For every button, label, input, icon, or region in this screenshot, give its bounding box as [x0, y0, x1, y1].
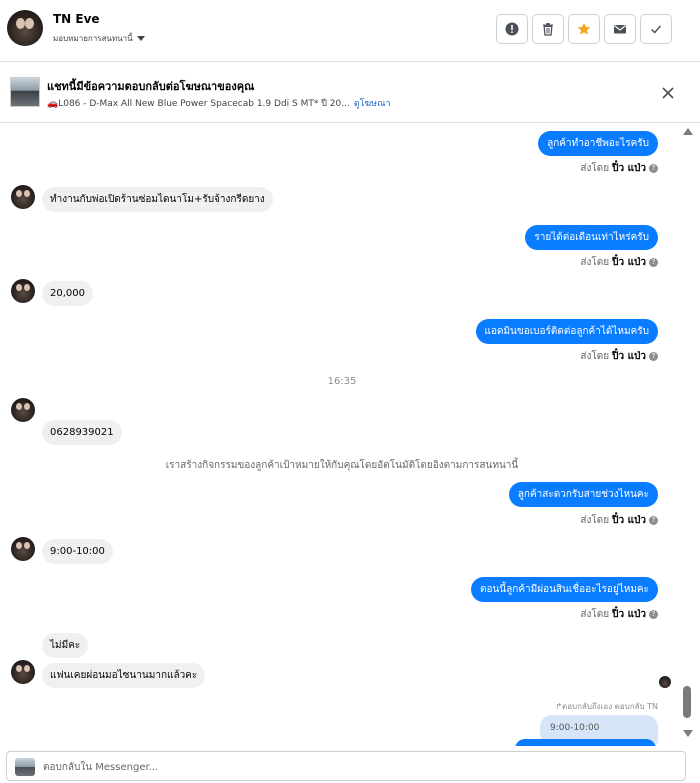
reply-input[interactable]	[43, 757, 663, 777]
contact-avatar-small[interactable]	[11, 537, 35, 561]
close-icon[interactable]	[660, 85, 676, 101]
sent-by-label: ส่งโดย ปิ๋ว แป่ว ?	[580, 607, 658, 622]
scroll-down-arrow-icon[interactable]	[683, 730, 693, 737]
contact-avatar-small[interactable]	[11, 398, 35, 422]
sent-by-prefix: ส่งโดย	[580, 351, 610, 362]
sent-by-name: ปิ๋ว แป่ว	[612, 257, 646, 268]
sent-by-label: ส่งโดย ปิ๋ว แป่ว ?	[580, 513, 658, 528]
mail-icon	[614, 25, 626, 34]
contact-avatar-small[interactable]	[11, 185, 35, 209]
scrollbar-thumb[interactable]	[683, 686, 691, 718]
ad-description: 🚗L086 - D-Max All New Blue Power Spaceca…	[47, 99, 350, 109]
outgoing-message[interactable]: ลูกค้าสะดวกรับสายช่วงไหนคะ	[508, 482, 658, 507]
caret-down-icon	[136, 36, 145, 41]
incoming-message[interactable]: 9:00-10:00	[42, 539, 113, 564]
assign-conversation-dropdown[interactable]: มอบหมายการสนทนานี้	[53, 32, 145, 45]
outgoing-message[interactable]: ลูกค้าทำอาชีพอะไรครับ	[538, 131, 658, 156]
star-button[interactable]	[568, 14, 600, 44]
outgoing-message[interactable]: รายได้ต่อเดือนเท่าไหร่ครับ	[525, 225, 658, 250]
star-icon	[577, 22, 591, 35]
chat-scrollbar[interactable]	[680, 124, 694, 746]
trash-icon	[543, 23, 553, 36]
contact-avatar-small[interactable]	[11, 660, 35, 684]
ad-banner-subtitle: 🚗L086 - D-Max All New Blue Power Spaceca…	[47, 96, 391, 110]
help-icon[interactable]: ?	[649, 516, 658, 525]
report-button[interactable]	[496, 14, 528, 44]
help-icon[interactable]: ?	[649, 164, 658, 173]
message-thread[interactable]: ลูกค้าทำอาชีพอะไรครับ ส่งโดย ปิ๋ว แป่ว ?…	[0, 124, 700, 746]
outgoing-message-partial[interactable]	[515, 739, 656, 746]
sent-by-name: ปิ๋ว แป่ว	[612, 609, 646, 620]
ad-banner-title: แชทนี้มีข้อความตอบกลับต่อโฆษณาของคุณ	[47, 80, 255, 93]
sent-by-name: ปิ๋ว แป่ว	[612, 351, 646, 362]
ad-thumbnail[interactable]	[10, 77, 40, 107]
page-avatar	[15, 758, 35, 776]
read-receipt-avatar	[659, 676, 671, 688]
sent-by-prefix: ส่งโดย	[580, 257, 610, 268]
sent-by-prefix: ส่งโดย	[580, 609, 610, 620]
help-icon[interactable]: ?	[649, 610, 658, 619]
contact-name[interactable]: TN Eve	[53, 12, 100, 26]
system-notice: เราสร้างกิจกรรมของลูกค้าเป้าหมายให้กับคุ…	[165, 460, 519, 471]
header-actions	[496, 14, 672, 44]
report-icon	[505, 22, 519, 36]
ad-reply-banner: แชทนี้มีข้อความตอบกลับต่อโฆษณาของคุณ 🚗L0…	[0, 63, 700, 123]
sent-by-label: ส่งโดย ปิ๋ว แป่ว ?	[580, 161, 658, 176]
scroll-up-arrow-icon[interactable]	[683, 128, 693, 135]
contact-avatar[interactable]	[7, 10, 43, 46]
help-icon[interactable]: ?	[649, 258, 658, 267]
assign-label: มอบหมายการสนทนานี้	[53, 34, 133, 43]
sent-by-label: ส่งโดย ปิ๋ว แป่ว ?	[580, 349, 658, 364]
incoming-message[interactable]: ทำงานกับพ่อเปิดร้านซ่อมไดนาโม+รับจ้างกรี…	[42, 187, 273, 212]
incoming-message[interactable]: แฟนเคยผ่อนมอไซนานมากแล้วคะ	[42, 663, 206, 688]
timestamp-divider: 16:35	[327, 376, 357, 387]
conversation-header: TN Eve มอบหมายการสนทนานี้	[0, 0, 700, 62]
reply-composer	[6, 751, 686, 781]
sent-by-prefix: ส่งโดย	[580, 163, 610, 174]
mail-button[interactable]	[604, 14, 636, 44]
delete-button[interactable]	[532, 14, 564, 44]
check-icon	[651, 25, 662, 34]
view-ad-link[interactable]: ดูโฆษณา	[354, 99, 391, 109]
help-icon[interactable]: ?	[649, 352, 658, 361]
sent-by-name: ปิ๋ว แป่ว	[612, 163, 646, 174]
mark-done-button[interactable]	[640, 14, 672, 44]
incoming-message[interactable]: ไม่มีคะ	[42, 633, 89, 658]
outgoing-message[interactable]: แอดมินขอเบอร์ติดต่อลูกค้าได้ไหมครับ	[475, 319, 658, 344]
sent-by-prefix: ส่งโดย	[580, 515, 610, 526]
incoming-message[interactable]: 0628939021	[42, 420, 122, 445]
reply-context-label: ↱ตอบกลับถึงเอง ตอบกลับ TN	[555, 702, 658, 711]
incoming-message[interactable]: 20,000	[42, 281, 93, 306]
sent-by-label: ส่งโดย ปิ๋ว แป่ว ?	[580, 255, 658, 270]
outgoing-message[interactable]: ตอนนี้ลูกค้ามีผ่อนสินเชื่ออะไรอยู่ไหมคะ	[470, 577, 658, 602]
contact-avatar-small[interactable]	[11, 279, 35, 303]
sent-by-name: ปิ๋ว แป่ว	[612, 515, 646, 526]
